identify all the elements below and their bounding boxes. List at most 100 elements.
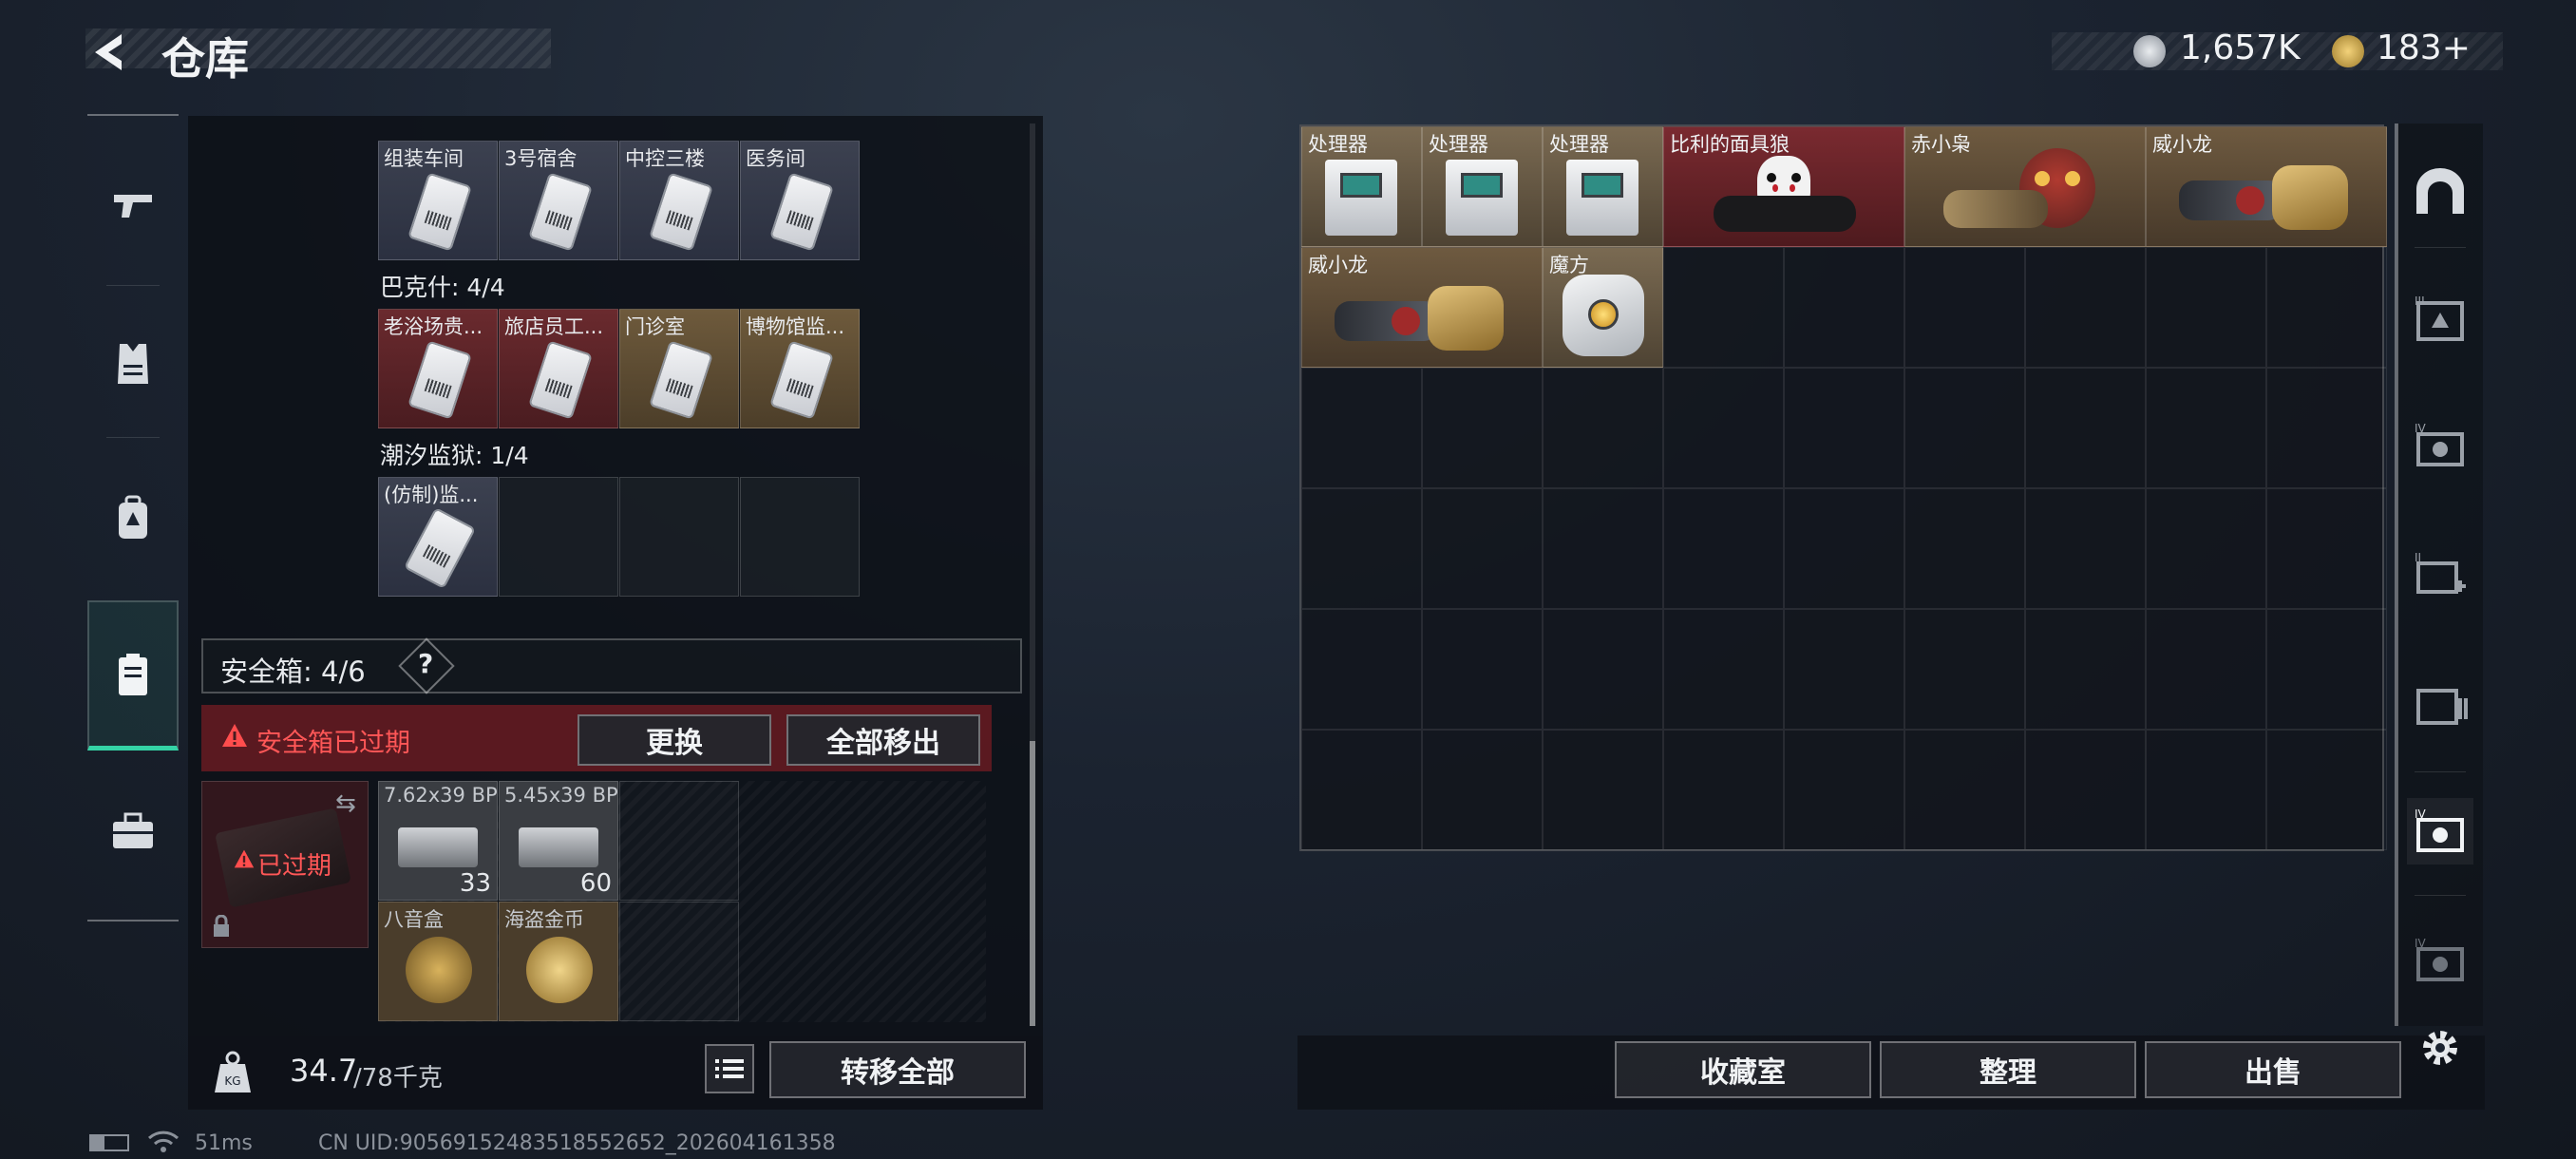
tab-storage-4-active[interactable]: IV [2407, 798, 2473, 864]
keycard-slot[interactable]: 旅店员工... [499, 309, 618, 428]
item-processor[interactable]: 处理器 [1301, 126, 1422, 247]
keycard-slot[interactable]: 医务间 [740, 141, 860, 260]
item-dragon[interactable]: 威小龙 [2146, 126, 2387, 247]
expired-notice: 安全箱已过期 [256, 729, 410, 758]
rail-divider [2415, 247, 2466, 248]
warehouse-tab-icon: IV [2415, 937, 2464, 981]
vest-icon [118, 344, 148, 384]
item-cube[interactable]: 魔方 [1543, 247, 1663, 368]
tab-storage-2[interactable]: II [2407, 542, 2473, 608]
svg-text:IV: IV [2415, 937, 2427, 950]
empty-slot[interactable] [619, 781, 739, 901]
tab-storage-4a[interactable]: IV [2407, 412, 2473, 479]
collection-room-button[interactable]: 收藏室 [1615, 1041, 1871, 1098]
keycard-slot[interactable]: 门诊室 [619, 309, 739, 428]
empty-slot[interactable] [619, 477, 739, 597]
warning-icon [220, 722, 249, 752]
keycard-slot[interactable]: (仿制)监... [378, 477, 498, 597]
tab-storage-3[interactable]: III [2407, 285, 2473, 352]
item-billy-mask[interactable]: 比利的面具狼 [1663, 126, 1904, 247]
nav-armor[interactable] [87, 293, 179, 435]
keycard-icon [403, 506, 477, 590]
keycard-icon [769, 172, 834, 252]
keycard-icon [407, 340, 472, 420]
item-processor[interactable]: 处理器 [1422, 126, 1543, 247]
music-box-icon [406, 937, 472, 1003]
empty-slot[interactable] [740, 477, 860, 597]
valuable-slot[interactable]: 海盗金币 [499, 902, 618, 1021]
weight-total: /78千克 [353, 1064, 443, 1092]
section-label-prison: 潮汐监狱: 1/4 [380, 442, 529, 469]
gold-coin-item-icon [526, 937, 593, 1003]
move-all-out-button[interactable]: 全部移出 [786, 714, 980, 766]
cube-icon [1563, 275, 1644, 356]
empty-slot[interactable] [499, 477, 618, 597]
sort-button[interactable]: 整理 [1880, 1041, 2136, 1098]
puppet-figure-icon [1710, 156, 1862, 236]
item-label: 中控三楼 [625, 147, 705, 170]
tab-arch[interactable] [2407, 158, 2473, 224]
nav-containers[interactable] [87, 600, 179, 750]
item-quantity: 60 [579, 869, 612, 898]
ammo-slot[interactable]: 7.62x39 BP 33 [378, 781, 498, 901]
rail-divider [2415, 771, 2466, 772]
safe-case-icon [119, 653, 147, 695]
swap-icon[interactable]: ⇆ [335, 789, 356, 818]
item-processor[interactable]: 处理器 [1543, 126, 1663, 247]
item-label: 八音盒 [384, 908, 444, 931]
backpack-icon [119, 495, 147, 539]
valuable-slot[interactable]: 八音盒 [378, 902, 498, 1021]
uid-readout: CN UID:9056915248351855265​2_20260416135… [318, 1131, 836, 1155]
battery-icon [89, 1134, 129, 1151]
wifi-icon [147, 1129, 180, 1159]
list-view-button[interactable] [705, 1044, 754, 1093]
warehouse-tab-icon: II [2415, 551, 2466, 594]
keycard-slot[interactable]: 老浴场贵... [378, 309, 498, 428]
svg-text:KG: KG [224, 1074, 240, 1088]
warehouse-tab-icon: IV [2415, 808, 2464, 852]
owl-figure-icon [1943, 148, 2114, 239]
svg-text:III: III [2415, 294, 2425, 308]
item-label: 处理器 [1308, 133, 1368, 156]
keycard-slot[interactable]: 3号宿舍 [499, 141, 618, 260]
sell-button[interactable]: 出售 [2145, 1041, 2401, 1098]
back-arrow-icon[interactable] [87, 28, 135, 76]
nav-backpack[interactable] [87, 446, 179, 589]
currency-gold[interactable]: 183+ [2377, 28, 2471, 67]
tab-storage-4b[interactable]: IV [2407, 927, 2473, 994]
panel-scroll-thumb[interactable] [1030, 741, 1035, 1026]
item-label: 5.45x39 BP [504, 784, 618, 807]
arch-icon [2416, 168, 2464, 214]
dragon-figure-icon [1335, 278, 1515, 354]
list-icon [715, 1059, 744, 1078]
item-label: 医务间 [746, 147, 805, 170]
keycard-slot[interactable]: 组装车间 [378, 141, 498, 260]
warehouse-tab-icon: III [2415, 294, 2464, 341]
item-label: 7.62x39 BP [384, 784, 498, 807]
keycard-group-2: 老浴场贵... 旅店员工... 门诊室 博物馆监... [378, 309, 861, 430]
processor-icon [1325, 160, 1397, 236]
replace-button[interactable]: 更换 [578, 714, 771, 766]
processor-icon [1446, 160, 1518, 236]
keycard-slot[interactable]: 博物馆监... [740, 309, 860, 428]
item-label: (仿制)监... [384, 484, 479, 506]
item-dragon[interactable]: 威小龙 [1301, 247, 1543, 368]
nav-weapons[interactable] [87, 133, 179, 276]
keycard-slot[interactable]: 中控三楼 [619, 141, 739, 260]
warehouse-tab-icon [2416, 689, 2468, 725]
item-red-owl[interactable]: 赤小枭 [1904, 126, 2146, 247]
ammo-slot[interactable]: 5.45x39 BP 60 [499, 781, 618, 901]
rail-scrollbar[interactable] [2395, 124, 2398, 1026]
settings-button[interactable] [2407, 1015, 2473, 1081]
item-label: 比利的面具狼 [1670, 133, 1790, 156]
safe-box-slot[interactable]: ⇆ 已过期 [201, 781, 369, 948]
keycard-group-1: 组装车间 3号宿舍 中控三楼 医务间 [378, 141, 861, 262]
header-title-bar [85, 28, 551, 68]
nav-toolbox[interactable] [87, 760, 179, 902]
transfer-all-button[interactable]: 转移全部 [769, 1041, 1026, 1098]
nav-divider [106, 437, 160, 438]
empty-slot[interactable] [619, 902, 739, 1021]
keycard-icon [649, 340, 713, 420]
warehouse-tab-icon: IV [2415, 422, 2464, 466]
tab-storage-1[interactable] [2407, 671, 2473, 737]
